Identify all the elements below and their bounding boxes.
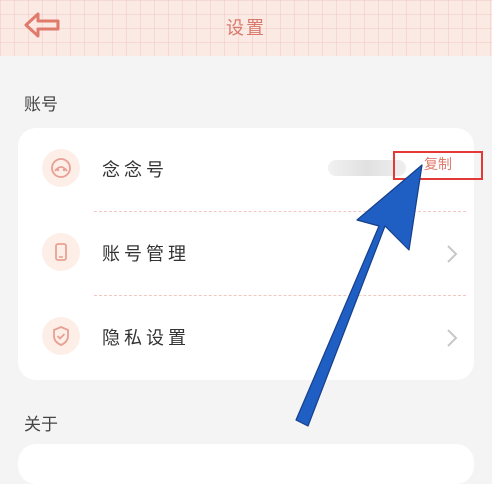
avatar-icon: [42, 149, 80, 187]
page-title: 设置: [226, 18, 266, 39]
chevron-right-icon: [447, 245, 458, 263]
copy-button[interactable]: 复制: [393, 151, 483, 180]
settings-row-label: 念念号: [102, 160, 168, 181]
shield-icon: [42, 317, 80, 355]
about-settings-card: [18, 444, 474, 484]
settings-row-label: 账号管理: [102, 244, 190, 265]
section-title-account: 账号: [24, 95, 58, 115]
settings-row-account-management[interactable]: 账号管理: [18, 212, 474, 296]
section-title-about: 关于: [24, 415, 58, 435]
phone-icon: [42, 233, 80, 271]
chevron-right-icon: [447, 329, 458, 347]
header-bar: 设置: [0, 0, 492, 56]
settings-row-nian-id: 念念号 复制: [18, 128, 483, 212]
settings-row-label: 隐私设置: [102, 328, 190, 349]
settings-row-privacy[interactable]: 隐私设置: [18, 296, 474, 380]
account-settings-card: 念念号 复制 账号管理 隐私设置: [18, 128, 483, 380]
